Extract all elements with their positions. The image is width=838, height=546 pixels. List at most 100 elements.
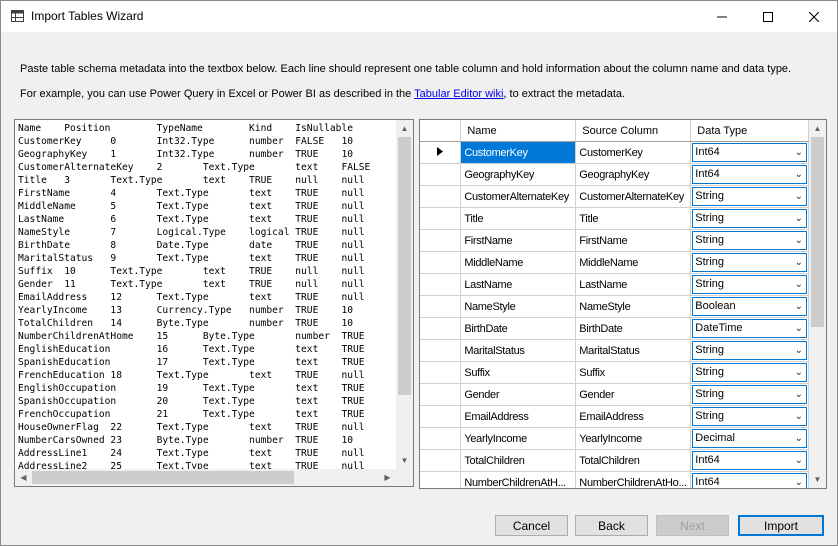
row-header[interactable] [420, 317, 462, 340]
cell-data-type[interactable]: String ⌄ [690, 229, 809, 252]
cell-source-column[interactable]: BirthDate [575, 317, 692, 340]
cell-name[interactable]: EmailAddress [460, 405, 577, 428]
textbox-hscroll-thumb[interactable] [32, 471, 294, 484]
cell-source-column[interactable]: NameStyle [575, 295, 692, 318]
grid-row[interactable]: BirthDate BirthDate DateTime ⌄ [420, 317, 809, 340]
grid-row[interactable]: MaritalStatus MaritalStatus String ⌄ [420, 339, 809, 362]
cell-data-type[interactable]: String ⌄ [690, 339, 809, 362]
grid-row[interactable]: NameStyle NameStyle Boolean ⌄ [420, 295, 809, 318]
column-header-source-column[interactable]: Source Column [575, 120, 692, 142]
maximize-button[interactable] [745, 1, 791, 32]
grid-row[interactable]: GeographyKey GeographyKey Int64 ⌄ [420, 163, 809, 186]
row-header[interactable] [420, 471, 462, 488]
cell-name[interactable]: Gender [460, 383, 577, 406]
tabular-editor-wiki-link[interactable]: Tabular Editor wiki [414, 88, 503, 100]
import-button[interactable]: Import [738, 515, 824, 536]
grid-vscroll-thumb[interactable] [811, 137, 824, 327]
cell-source-column[interactable]: MiddleName [575, 251, 692, 274]
row-header[interactable] [420, 361, 462, 384]
cell-name[interactable]: MiddleName [460, 251, 577, 274]
grid-row[interactable]: LastName LastName String ⌄ [420, 273, 809, 296]
cell-source-column[interactable]: Title [575, 207, 692, 230]
scroll-right-icon[interactable]: ▶ [379, 469, 396, 486]
data-type-select[interactable]: Boolean ⌄ [692, 297, 807, 316]
cell-source-column[interactable]: Suffix [575, 361, 692, 384]
data-type-select[interactable]: Decimal ⌄ [692, 429, 807, 448]
cell-name[interactable]: CustomerAlternateKey [460, 185, 577, 208]
metadata-textbox[interactable]: Name Position TypeName Kind IsNullable C… [14, 119, 414, 487]
row-header[interactable] [420, 449, 462, 472]
row-header[interactable] [420, 185, 462, 208]
data-type-select[interactable]: Int64 ⌄ [692, 143, 807, 162]
grid-scroll-up-icon[interactable]: ▲ [809, 120, 826, 137]
cell-source-column[interactable]: YearlyIncome [575, 427, 692, 450]
scroll-left-icon[interactable]: ◀ [15, 469, 32, 486]
back-button[interactable]: Back [575, 515, 648, 536]
minimize-button[interactable] [699, 1, 745, 32]
grid-row[interactable]: TotalChildren TotalChildren Int64 ⌄ [420, 449, 809, 472]
grid-row[interactable]: FirstName FirstName String ⌄ [420, 229, 809, 252]
cell-data-type[interactable]: Boolean ⌄ [690, 295, 809, 318]
cancel-button[interactable]: Cancel [495, 515, 568, 536]
cell-data-type[interactable]: DateTime ⌄ [690, 317, 809, 340]
data-type-select[interactable]: String ⌄ [692, 209, 807, 228]
cell-name[interactable]: CustomerKey [460, 141, 577, 164]
cell-data-type[interactable]: String ⌄ [690, 273, 809, 296]
data-type-select[interactable]: String ⌄ [692, 407, 807, 426]
data-type-select[interactable]: DateTime ⌄ [692, 319, 807, 338]
cell-source-column[interactable]: CustomerAlternateKey [575, 185, 692, 208]
cell-data-type[interactable]: String ⌄ [690, 383, 809, 406]
title-bar[interactable]: Import Tables Wizard [1, 1, 837, 32]
cell-source-column[interactable]: MaritalStatus [575, 339, 692, 362]
cell-source-column[interactable]: FirstName [575, 229, 692, 252]
cell-source-column[interactable]: NumberChildrenAtHo... [575, 471, 692, 488]
grid-row[interactable]: MiddleName MiddleName String ⌄ [420, 251, 809, 274]
metadata-text[interactable]: Name Position TypeName Kind IsNullable C… [15, 120, 413, 473]
grid-scroll-down-icon[interactable]: ▼ [809, 471, 826, 488]
cell-name[interactable]: NameStyle [460, 295, 577, 318]
row-header[interactable] [420, 229, 462, 252]
cell-name[interactable]: Title [460, 207, 577, 230]
cell-source-column[interactable]: CustomerKey [575, 141, 692, 164]
cell-data-type[interactable]: Decimal ⌄ [690, 427, 809, 450]
data-type-select[interactable]: String ⌄ [692, 363, 807, 382]
grid-row[interactable]: Gender Gender String ⌄ [420, 383, 809, 406]
cell-name[interactable]: BirthDate [460, 317, 577, 340]
grid-row[interactable]: CustomerKey CustomerKey Int64 ⌄ [420, 141, 809, 164]
cell-name[interactable]: NumberChildrenAtH... [460, 471, 577, 488]
row-header[interactable] [420, 339, 462, 362]
row-header[interactable] [420, 251, 462, 274]
data-type-select[interactable]: String ⌄ [692, 275, 807, 294]
grid-row[interactable]: EmailAddress EmailAddress String ⌄ [420, 405, 809, 428]
row-header[interactable] [420, 405, 462, 428]
row-header[interactable] [420, 383, 462, 406]
grid-row[interactable]: YearlyIncome YearlyIncome Decimal ⌄ [420, 427, 809, 450]
cell-data-type[interactable]: String ⌄ [690, 185, 809, 208]
cell-name[interactable]: YearlyIncome [460, 427, 577, 450]
data-type-select[interactable]: Int64 ⌄ [692, 451, 807, 470]
cell-name[interactable]: MaritalStatus [460, 339, 577, 362]
row-header[interactable] [420, 273, 462, 296]
column-mapping-grid[interactable]: Name Source Column Data Type CustomerKey… [419, 119, 827, 489]
cell-data-type[interactable]: Int64 ⌄ [690, 141, 809, 164]
cell-source-column[interactable]: LastName [575, 273, 692, 296]
column-header-name[interactable]: Name [460, 120, 577, 142]
cell-source-column[interactable]: GeographyKey [575, 163, 692, 186]
cell-data-type[interactable]: String ⌄ [690, 405, 809, 428]
cell-source-column[interactable]: EmailAddress [575, 405, 692, 428]
grid-row[interactable]: CustomerAlternateKey CustomerAlternateKey… [420, 185, 809, 208]
next-button[interactable]: Next [656, 515, 729, 536]
grid-row[interactable]: Suffix Suffix String ⌄ [420, 361, 809, 384]
cell-data-type[interactable]: String ⌄ [690, 251, 809, 274]
cell-name[interactable]: GeographyKey [460, 163, 577, 186]
cell-source-column[interactable]: TotalChildren [575, 449, 692, 472]
cell-data-type[interactable]: String ⌄ [690, 361, 809, 384]
row-header[interactable] [420, 207, 462, 230]
data-type-select[interactable]: String ⌄ [692, 187, 807, 206]
data-type-select[interactable]: String ⌄ [692, 341, 807, 360]
data-type-select[interactable]: Int64 ⌄ [692, 473, 807, 488]
scroll-down-icon[interactable]: ▼ [396, 452, 413, 469]
row-header[interactable] [420, 163, 462, 186]
cell-data-type[interactable]: String ⌄ [690, 207, 809, 230]
data-type-select[interactable]: String ⌄ [692, 385, 807, 404]
